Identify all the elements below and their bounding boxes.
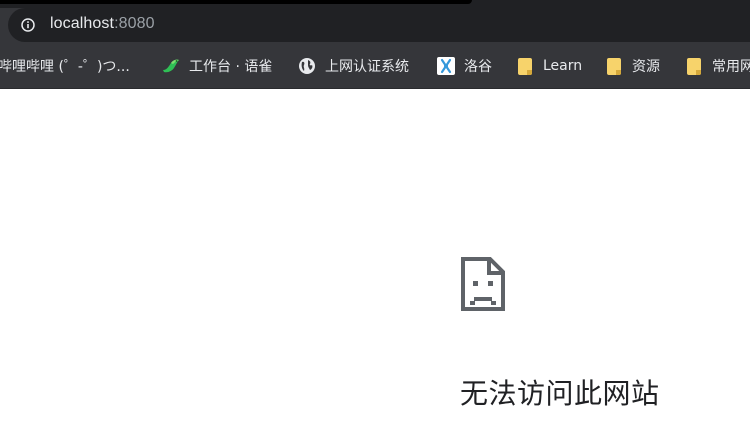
bookmark-label: 上网认证系统 — [325, 59, 409, 75]
bookmark-folder-resources[interactable]: 资源 — [605, 55, 660, 77]
yuque-bird-icon — [162, 57, 180, 75]
bookmark-label: 洛谷 — [464, 59, 492, 75]
luogu-icon — [437, 57, 455, 75]
bookmark-folder-learn[interactable]: Learn — [516, 55, 582, 77]
bookmark-label: 工作台 · 语雀 — [189, 59, 273, 75]
tab-strip — [0, 0, 750, 8]
bookmark-auth-system[interactable]: 上网认证系统 — [298, 55, 409, 77]
bookmarks-bar: 哔哩哔哩 (゜-゜)つ... 工作台 · 语雀 上网认证系统 洛谷 Learn … — [0, 44, 750, 89]
bookmark-folder-common[interactable]: 常用网 — [685, 55, 750, 77]
bookmark-label: 常用网 — [712, 59, 750, 75]
info-icon[interactable] — [21, 18, 35, 32]
folder-icon — [516, 57, 534, 75]
bookmark-yuque[interactable]: 工作台 · 语雀 — [162, 55, 272, 77]
active-tab-edge[interactable] — [0, 0, 472, 4]
browser-toolbar: localhost:8080 — [0, 0, 750, 44]
folder-icon — [685, 57, 703, 75]
bookmark-label: Learn — [543, 58, 583, 74]
globe-icon — [298, 57, 316, 75]
bookmark-label: 哔哩哔哩 (゜-゜)つ... — [0, 59, 130, 75]
bookmark-bilibili[interactable]: 哔哩哔哩 (゜-゜)つ... — [0, 55, 130, 77]
error-title: 无法访问此网站 — [460, 377, 660, 410]
bookmark-label: 资源 — [632, 59, 660, 75]
url-host: localhost — [50, 15, 115, 32]
sad-document-icon — [461, 257, 505, 311]
address-bar[interactable]: localhost:8080 — [8, 8, 750, 42]
folder-icon — [605, 57, 623, 75]
url-text[interactable]: localhost:8080 — [50, 15, 155, 33]
bookmark-luogu[interactable]: 洛谷 — [437, 55, 492, 77]
url-port: :8080 — [114, 15, 155, 32]
